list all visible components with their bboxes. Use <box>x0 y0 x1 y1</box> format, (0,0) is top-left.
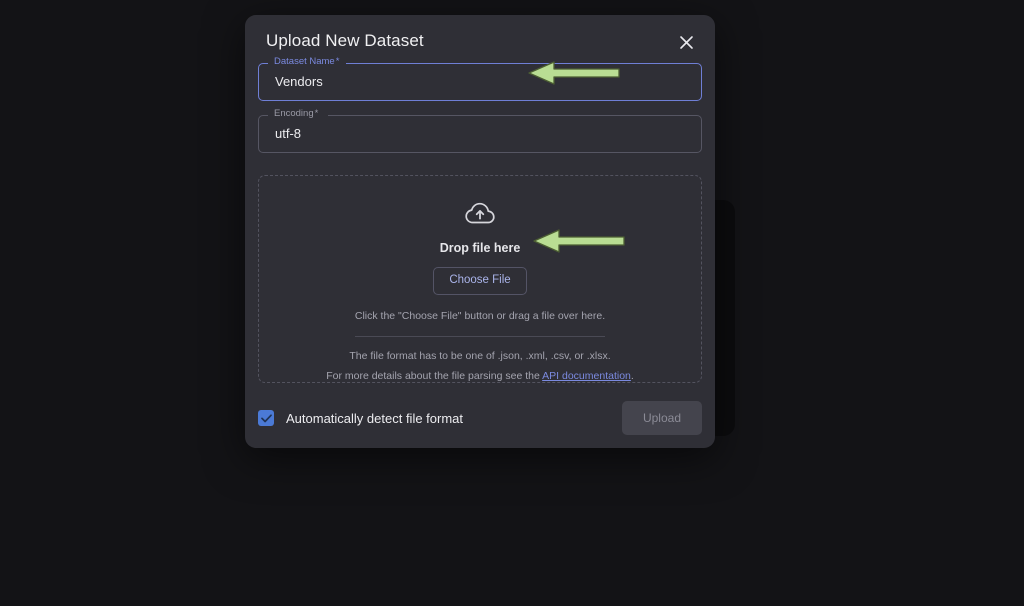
dataset-name-input[interactable] <box>275 74 695 89</box>
dataset-name-label: Dataset Name* <box>271 56 342 68</box>
api-documentation-link[interactable]: API documentation <box>542 370 631 382</box>
file-dropzone[interactable]: Drop file here Choose File Click the "Ch… <box>258 175 702 383</box>
dropzone-divider <box>355 336 605 337</box>
encoding-field[interactable]: Encoding* <box>258 108 702 153</box>
required-marker: * <box>335 56 340 67</box>
dialog-footer: Automatically detect file format Upload <box>258 401 702 435</box>
close-icon[interactable] <box>672 28 700 56</box>
choose-file-button[interactable]: Choose File <box>433 267 527 295</box>
upload-dataset-dialog: Upload New Dataset Dataset Name* Encodin… <box>245 15 715 448</box>
checkmark-icon <box>260 413 272 422</box>
dataset-name-label-text: Dataset Name <box>274 56 335 67</box>
parsing-note-prefix: For more details about the file parsing … <box>326 370 543 382</box>
encoding-label-text: Encoding <box>274 108 314 119</box>
cloud-upload-icon <box>465 202 495 231</box>
dropzone-format-note: The file format has to be one of .json, … <box>349 350 611 362</box>
upload-button[interactable]: Upload <box>621 401 702 435</box>
dataset-name-field[interactable]: Dataset Name* <box>258 56 702 101</box>
parsing-note-suffix: . <box>630 370 634 382</box>
auto-detect-format-checkbox[interactable]: Automatically detect file format <box>258 410 463 426</box>
checkbox-box[interactable] <box>258 410 274 426</box>
required-marker: * <box>314 108 319 119</box>
dropzone-hint: Click the "Choose File" button or drag a… <box>354 310 606 322</box>
page-title: Upload New Dataset <box>266 31 424 50</box>
auto-detect-format-label: Automatically detect file format <box>286 410 464 426</box>
dropzone-parsing-note: For more details about the file parsing … <box>326 370 634 382</box>
dropzone-title: Drop file here <box>439 241 521 255</box>
encoding-label: Encoding* <box>271 108 321 120</box>
encoding-input[interactable] <box>275 126 695 141</box>
